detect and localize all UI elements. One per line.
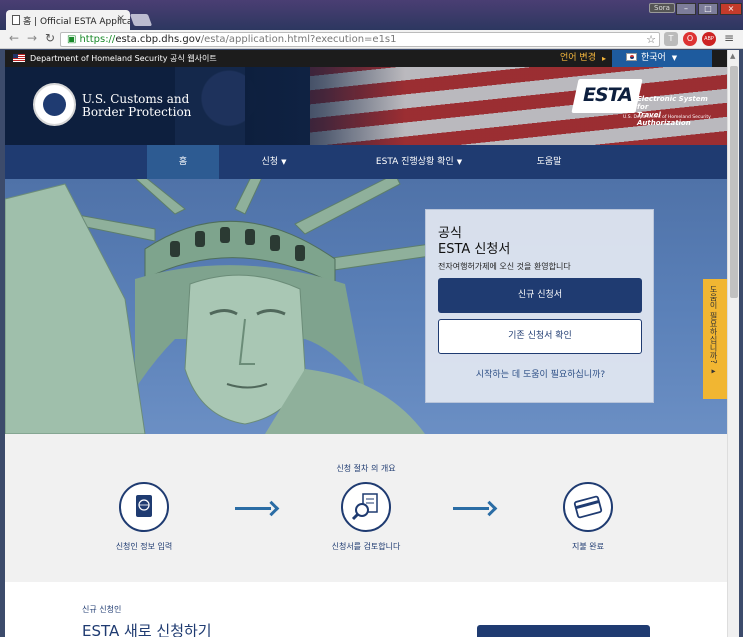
esta-logo[interactable]: ESTA Electronic System for Travel Author… [571, 79, 713, 127]
nav-status[interactable]: ESTA 진행상황 확인 ▼ [329, 145, 509, 179]
esta-tagline-1: Electronic System for [637, 95, 708, 111]
browser-tab[interactable]: 홈 | Official ESTA Applica × [6, 10, 130, 30]
dhs-seal-logo[interactable] [33, 83, 76, 126]
tab-strip: 홈 | Official ESTA Applica × Sora – □ × [0, 0, 743, 30]
getting-started-help-link[interactable]: 시작하는 데 도움이 필요하십니까? [426, 367, 655, 380]
reload-icon[interactable]: ↻ [45, 31, 55, 45]
hero-section: 도움이 필요하십니까? ▸ 공식 ESTA 신청서 전자여행허가제에 오신 것을… [5, 179, 727, 434]
browser-toolbar: ← → ↻ ▣ https://esta.cbp.dhs.gov/esta/app… [0, 30, 743, 49]
back-icon[interactable]: ← [9, 31, 19, 45]
minimize-icon[interactable]: – [676, 3, 696, 15]
chevron-down-icon: ▼ [671, 54, 678, 62]
forward-icon[interactable]: → [27, 31, 37, 45]
new-application-button[interactable]: 신규 신청서 [438, 278, 642, 313]
help-side-tab-label: 도움이 필요하십니까? ▸ [709, 285, 718, 376]
step-label-review: 신청서를 검토합니다 [331, 542, 401, 551]
agency-name-line2: Border Protection [82, 105, 192, 119]
passport-icon [119, 482, 169, 532]
language-current: 한국어 [641, 53, 666, 63]
close-window-icon[interactable]: × [720, 3, 742, 15]
tab-title: 홈 | Official ESTA Applica [23, 17, 130, 27]
esta-logo-tagline: Electronic System for Travel Authorizati… [637, 95, 717, 127]
nav-status-label: ESTA 진행상황 확인 [375, 157, 454, 167]
page-scrollbar[interactable]: ▲ [727, 50, 739, 637]
nav-apply[interactable]: 신청 ▼ [219, 145, 329, 179]
bookmark-star-icon[interactable]: ☆ [646, 33, 656, 46]
nav-home-label: 홈 [178, 157, 188, 167]
new-applicant-label: 신규 신청인 [82, 605, 122, 614]
esta-logo-word: ESTA [583, 84, 633, 106]
maximize-icon[interactable]: □ [698, 3, 718, 15]
browser-window: 홈 | Official ESTA Applica × Sora – □ × ←… [0, 0, 743, 637]
lock-icon: ▣ [67, 34, 77, 45]
window-controls: – □ × [676, 3, 742, 15]
help-side-tab[interactable]: 도움이 필요하십니까? ▸ [703, 279, 727, 399]
credit-card-icon [563, 482, 613, 532]
arrow-right-icon [453, 503, 495, 513]
card-title-line2: ESTA 신청서 [438, 242, 511, 257]
application-card: 공식 ESTA 신청서 전자여행허가제에 오신 것을 환영합니다 신규 신청서 … [425, 209, 654, 403]
language-select[interactable]: 한국어 ▼ [612, 50, 712, 67]
scrollbar-thumb[interactable] [730, 66, 738, 298]
nav-apply-label: 신청 [261, 157, 279, 167]
welcome-text: 전자여행허가제에 오신 것을 환영합니다 [438, 262, 571, 271]
gov-banner: Department of Homeland Security 공식 웹사이트 … [5, 50, 727, 67]
arrow-right-icon: ▸ [602, 54, 607, 63]
address-bar[interactable]: ▣ https://esta.cbp.dhs.gov/esta/applicati… [60, 32, 660, 47]
profile-button[interactable]: Sora [649, 3, 675, 13]
nav-home[interactable]: 홈 [147, 145, 219, 179]
new-applicant-section: 신규 신청인 ESTA 새로 신청하기 [5, 582, 727, 637]
us-flag-icon [13, 54, 25, 62]
process-title: 신청 절차 의 개요 [336, 464, 396, 473]
web-page: Department of Homeland Security 공식 웹사이트 … [5, 50, 727, 637]
esta-logo-dept: U.S. Department of Homeland Security [623, 115, 711, 120]
gov-banner-label: Department of Homeland Security 공식 웹사이트 [30, 54, 217, 63]
translate-extension-icon[interactable]: T [664, 32, 678, 46]
chevron-down-icon: ▼ [456, 158, 463, 166]
url-host: esta.cbp.dhs.gov [115, 34, 201, 45]
step-label-enter-info: 신청인 정보 입력 [115, 542, 173, 551]
url-path: /esta/application.html?execution=e1s1 [200, 34, 397, 45]
nav-help-label: 도움말 [536, 157, 562, 167]
new-applicant-heading: ESTA 새로 신청하기 [82, 622, 212, 637]
new-tab-button[interactable] [129, 14, 153, 26]
step-label-payment: 지불 완료 [572, 542, 604, 551]
main-nav: 홈 신청 ▼ ESTA 진행상황 확인 ▼ 도움말 [5, 145, 727, 179]
statue-of-liberty-image [5, 179, 425, 434]
header-fade [245, 67, 405, 145]
arrow-right-icon [235, 503, 277, 513]
opera-extension-icon[interactable]: O [683, 32, 697, 46]
scroll-up-icon[interactable]: ▲ [730, 52, 735, 60]
adblock-extension-icon[interactable]: ABP [702, 32, 716, 46]
existing-application-button[interactable]: 기존 신청서 확인 [438, 319, 642, 354]
page-icon [12, 15, 20, 25]
site-header: U.S. Customs and Border Protection ESTA … [5, 67, 727, 145]
close-tab-icon[interactable]: × [117, 13, 125, 24]
menu-icon[interactable]: ≡ [724, 31, 734, 45]
nav-help[interactable]: 도움말 [509, 145, 589, 179]
new-applicant-button[interactable] [477, 625, 650, 637]
process-overview: 신청 절차 의 개요 신청인 정보 입력 신청서를 검토합니다 지불 완료 [5, 434, 727, 582]
chevron-down-icon: ▼ [281, 158, 287, 166]
document-search-icon [341, 482, 391, 532]
agency-name[interactable]: U.S. Customs and Border Protection [82, 93, 191, 119]
url-scheme: https:// [79, 34, 116, 45]
language-change-link[interactable]: 언어 변경 [560, 50, 596, 67]
korea-flag-icon [626, 53, 637, 61]
